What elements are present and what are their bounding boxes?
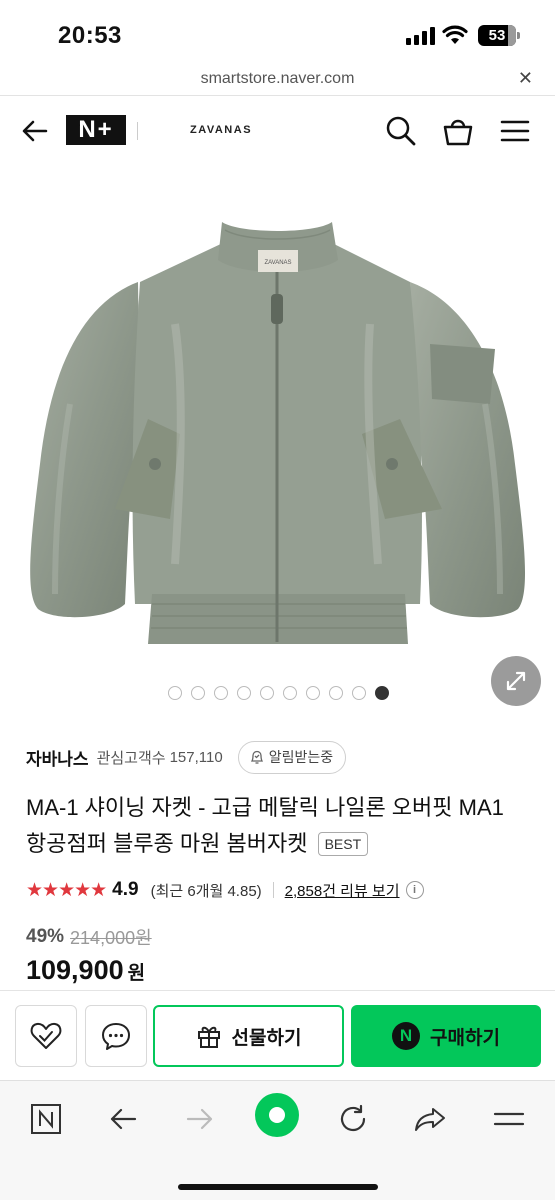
- product-image[interactable]: ZAVANAS: [0, 164, 555, 720]
- url-text[interactable]: smartstore.naver.com: [0, 70, 555, 88]
- follower-count: 157,110: [169, 748, 223, 766]
- brand-name[interactable]: ZAVANAS: [190, 124, 252, 136]
- price-row: 109,900 원: [26, 955, 145, 986]
- status-time: 20:53: [58, 22, 122, 49]
- jacket-image: ZAVANAS: [30, 222, 526, 644]
- discount-rate: 49%: [26, 926, 65, 947]
- rating-divider: [272, 882, 274, 898]
- seller-name[interactable]: 자바나스: [26, 745, 89, 770]
- battery-icon: 53: [478, 25, 520, 46]
- chat-bubble-icon: [102, 1023, 130, 1050]
- signal-icon: [406, 27, 435, 45]
- sale-price: 109,900: [26, 955, 124, 985]
- gift-icon: [197, 1026, 220, 1048]
- gallery-dot[interactable]: [191, 686, 205, 700]
- gallery-dot[interactable]: [237, 686, 251, 700]
- gallery-dot[interactable]: [306, 686, 320, 700]
- recent-rating: (최근 6개월 4.85): [150, 882, 262, 900]
- naver-plus-logo[interactable]: N+: [66, 115, 126, 145]
- original-price: 214,000원: [70, 928, 152, 948]
- menu-icon[interactable]: [499, 115, 531, 147]
- search-icon[interactable]: [385, 115, 417, 147]
- npay-icon: N: [392, 1022, 421, 1050]
- naver-n-icon[interactable]: [26, 1099, 66, 1139]
- bell-check-icon: [250, 750, 263, 764]
- status-bar: 20:53 53: [0, 0, 555, 62]
- close-icon[interactable]: ✕: [518, 68, 533, 89]
- rating-row: ★★★★★ 4.9 (최근 6개월 4.85) 2,858건 리뷰 보기 i: [26, 876, 424, 904]
- menu-icon[interactable]: [489, 1099, 529, 1139]
- info-icon[interactable]: i: [405, 881, 424, 899]
- gallery-dot[interactable]: [214, 686, 228, 700]
- best-badge: BEST: [317, 832, 369, 856]
- buy-button[interactable]: N 구매하기: [351, 1005, 541, 1067]
- product-title-text: MA-1 샤이닝 자켓 - 고급 메탈릭 나일론 오버핏 MA1 항공점퍼 블루…: [26, 795, 504, 856]
- heart-check-icon: [30, 1022, 62, 1049]
- talk-button[interactable]: [85, 1005, 147, 1067]
- review-link[interactable]: 2,858건 리뷰 보기: [285, 880, 400, 901]
- green-dot-home-icon[interactable]: [255, 1093, 299, 1137]
- home-indicator: [178, 1184, 378, 1190]
- header-divider: [137, 122, 138, 140]
- browser-toolbar: [0, 1080, 555, 1200]
- jacket-label: ZAVANAS: [264, 260, 291, 266]
- notify-label: 알림받는중: [268, 749, 334, 765]
- battery-level: 53: [488, 27, 506, 44]
- gallery-pagination[interactable]: [168, 686, 389, 700]
- purchase-bar: 선물하기 N 구매하기: [0, 990, 555, 1080]
- product-title: MA-1 샤이닝 자켓 - 고급 메탈릭 나일론 오버핏 MA1 항공점퍼 블루…: [26, 790, 526, 862]
- url-bar[interactable]: smartstore.naver.com ✕: [0, 62, 555, 96]
- gallery-dot[interactable]: [168, 686, 182, 700]
- price-unit: 원: [127, 963, 146, 984]
- gallery-dot[interactable]: [329, 686, 343, 700]
- rating-stars: ★★★★★: [26, 879, 107, 901]
- gallery-dot[interactable]: [352, 686, 366, 700]
- back-arrow-icon[interactable]: [20, 116, 50, 146]
- gallery-dot[interactable]: [283, 686, 297, 700]
- expand-icon[interactable]: [491, 656, 541, 706]
- gallery-dot-active[interactable]: [375, 686, 389, 700]
- wifi-icon: [442, 25, 468, 44]
- buy-label: 구매하기: [430, 1027, 500, 1049]
- back-icon[interactable]: [103, 1099, 143, 1139]
- gift-label: 선물하기: [231, 1027, 302, 1049]
- notify-button[interactable]: 알림받는중: [237, 740, 347, 774]
- gift-button[interactable]: 선물하기: [153, 1005, 344, 1067]
- seller-row: 자바나스 관심고객수 157,110 알림받는중: [26, 740, 347, 774]
- wishlist-button[interactable]: [15, 1005, 77, 1067]
- cart-icon[interactable]: [442, 115, 474, 147]
- reload-icon[interactable]: [333, 1099, 373, 1139]
- rating-value: 4.9: [112, 879, 139, 900]
- site-header: N+ ZAVANAS: [0, 98, 555, 164]
- forward-icon[interactable]: [180, 1099, 220, 1139]
- discount-row: 49% 214,000원: [26, 924, 152, 950]
- follower-label: 관심고객수: [96, 749, 166, 767]
- gallery-dot[interactable]: [260, 686, 274, 700]
- share-icon[interactable]: [410, 1099, 450, 1139]
